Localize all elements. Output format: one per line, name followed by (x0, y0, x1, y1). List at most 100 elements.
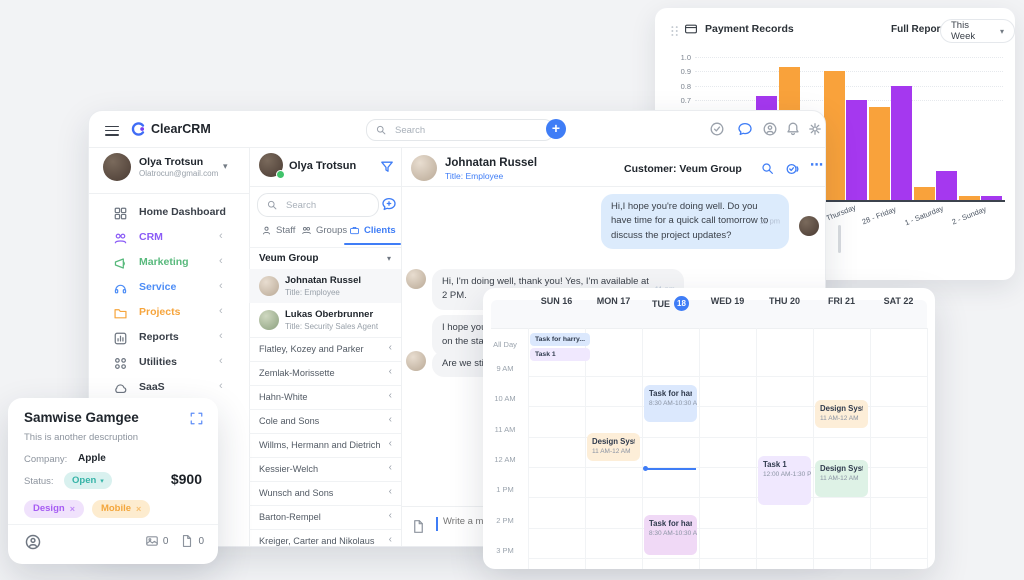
contact-row[interactable]: Johnatan RusselTitle: Employee (249, 269, 401, 303)
calendar-day-4[interactable]: THU 20 (756, 296, 813, 306)
chat-bubble-icon[interactable] (737, 121, 753, 137)
tag-mobile[interactable]: Mobile× (92, 500, 150, 518)
event-time: 8:30 AM-10:30 AM (649, 400, 692, 407)
contact-row[interactable]: Lukas OberbrunnerTitle: Security Sales A… (249, 303, 401, 337)
global-search[interactable] (366, 119, 554, 141)
calendar-event[interactable]: Task for harry...8:30 AM-10:30 AM (644, 385, 697, 422)
tag-label: Design (33, 503, 65, 514)
remove-tag-icon[interactable]: × (70, 504, 75, 514)
event-title: Task 1 (763, 460, 806, 469)
y-tick-label: 0.9 (673, 67, 691, 76)
assignee-icon[interactable] (24, 533, 42, 551)
group-header-row[interactable]: Veum Group ▾ (249, 247, 401, 270)
bar-orange[interactable] (959, 196, 980, 200)
y-tick-label: 0.7 (673, 96, 691, 105)
deal-tags: Design×Mobile× (24, 498, 158, 518)
tag-design[interactable]: Design × (24, 500, 84, 518)
deal-title: Samwise Gamgee (24, 410, 139, 425)
read-status-icon[interactable] (785, 161, 801, 177)
grid-icon (113, 206, 128, 221)
calendar-event[interactable]: Design System11 AM-12 AM (587, 433, 640, 461)
all-day-event[interactable]: Task 1 (530, 348, 590, 361)
bar-orange[interactable] (869, 107, 890, 200)
bar-purple[interactable] (846, 100, 867, 200)
company-row[interactable]: Barton-Rempel‹ (249, 505, 401, 529)
attach-file-icon[interactable] (411, 519, 426, 534)
online-status-dot (276, 170, 285, 179)
company-row[interactable]: Kessier-Welch‹ (249, 457, 401, 481)
scrollbar-thumb[interactable] (838, 225, 841, 253)
sidebar-item-service[interactable]: Service‹ (89, 276, 249, 301)
calendar-event[interactable]: Task 112:00 AM-1:30 PM (758, 456, 811, 505)
peer-avatar[interactable] (411, 155, 437, 181)
bar-purple[interactable] (891, 86, 912, 200)
event-time: 8:30 AM-10:30 AM (649, 530, 692, 537)
grid-line (528, 497, 927, 498)
contacts-tabs: Staff GroupsClients (249, 225, 401, 245)
company-row[interactable]: Wunsch and Sons‹ (249, 481, 401, 505)
company-row[interactable]: Zemlak-Morissette‹ (249, 361, 401, 385)
check-circle-icon[interactable] (709, 121, 725, 137)
divider (401, 147, 402, 546)
chartdoc-icon (113, 331, 128, 346)
calendar-day-6[interactable]: SAT 22 (870, 296, 927, 306)
chat-search-icon[interactable] (760, 161, 775, 176)
chevron-left-icon: ‹ (389, 366, 392, 377)
more-options-icon[interactable]: ⋯ (810, 157, 824, 173)
tab-clients[interactable]: Clients (349, 225, 396, 236)
calendar-day-2[interactable]: TUE18 (642, 296, 699, 311)
tab-staff[interactable]: Staff (261, 225, 295, 236)
avatar (259, 310, 279, 330)
peer-title: Title: Employee (445, 171, 503, 181)
calendar-day-3[interactable]: WED 19 (699, 296, 756, 306)
bar-orange[interactable] (824, 71, 845, 200)
sidebar-item-utilities[interactable]: Utilities‹ (89, 351, 249, 376)
status-badge[interactable]: Open ▾ (64, 472, 112, 489)
calendar-day-5[interactable]: FRI 21 (813, 296, 870, 306)
sidebar-item-marketing[interactable]: Marketing‹ (89, 251, 249, 276)
chevron-down-icon[interactable]: ▾ (223, 161, 228, 172)
company-row[interactable]: Cole and Sons‹ (249, 409, 401, 433)
tab-groups[interactable]: Groups (301, 225, 347, 236)
sidebar-item-crm[interactable]: CRM‹ (89, 226, 249, 251)
sidebar-item-reports[interactable]: Reports‹ (89, 326, 249, 351)
sidebar-item-home-dashboard[interactable]: Home Dashboard (89, 201, 249, 226)
contacts-search[interactable] (257, 193, 379, 217)
remove-tag-icon[interactable]: × (136, 504, 141, 514)
contacts-search-input[interactable] (284, 199, 370, 212)
calendar-day-1[interactable]: MON 17 (585, 296, 642, 306)
grid-line (756, 328, 757, 569)
bell-icon[interactable] (785, 121, 801, 137)
company-row[interactable]: Flatley, Kozey and Parker‹ (249, 337, 401, 361)
user-name: Olya Trotsun (139, 156, 203, 168)
bar-orange[interactable] (914, 187, 935, 200)
new-chat-icon[interactable] (381, 196, 397, 212)
calendar-event[interactable]: Design System11 AM-12 AM (815, 460, 868, 497)
menu-icon[interactable] (105, 123, 119, 138)
company-row[interactable]: Willms, Hermann and Dietrich‹ (249, 433, 401, 457)
filter-icon[interactable] (379, 159, 395, 175)
sidebar-item-label: Projects (139, 306, 180, 318)
sidebar-item-projects[interactable]: Projects‹ (89, 301, 249, 326)
add-button[interactable]: + (546, 119, 566, 139)
calendar-event[interactable]: Task for harry...8:30 AM-10:30 AM (644, 515, 697, 555)
company-name: Cole and Sons (259, 416, 319, 426)
contact-icon[interactable] (762, 121, 778, 137)
bar-purple[interactable] (936, 171, 957, 200)
contact-name: Lukas Oberbrunner (285, 309, 373, 320)
company-row[interactable]: Kreiger, Carter and Nikolaus‹ (249, 529, 401, 553)
all-day-event[interactable]: Task for harry... (530, 333, 590, 346)
chevron-left-icon: ‹ (389, 486, 392, 497)
event-title: Design System (592, 437, 635, 446)
user-avatar[interactable] (103, 153, 131, 181)
calendar-event[interactable]: Design System11 AM-12 AM (815, 400, 868, 428)
briefcase-icon (349, 225, 360, 236)
calendar-day-0[interactable]: SUN 16 (528, 296, 585, 306)
company-row[interactable]: Hahn-White‹ (249, 385, 401, 409)
deal-card: Samwise Gamgee This is another descrupti… (8, 398, 218, 564)
gear-icon[interactable] (807, 121, 823, 137)
expand-icon[interactable] (189, 411, 204, 426)
global-search-input[interactable] (393, 124, 545, 137)
chevron-left-icon: ‹ (389, 342, 392, 353)
current-time-line (645, 468, 696, 470)
